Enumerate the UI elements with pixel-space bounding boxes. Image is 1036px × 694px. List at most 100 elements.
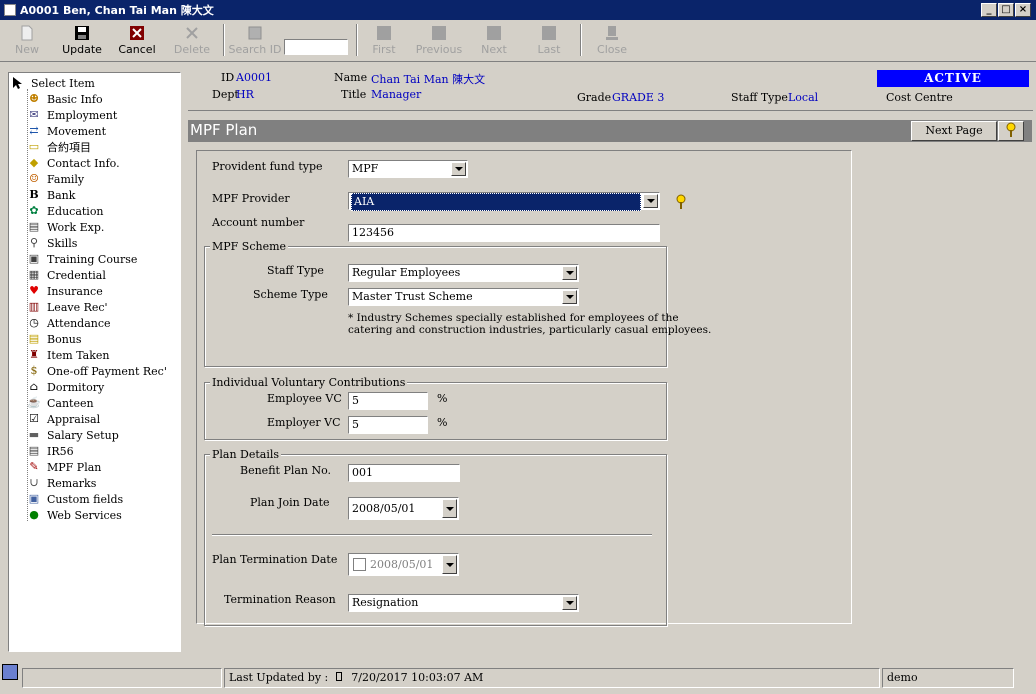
tag-icon: ◆ (29, 156, 39, 169)
tree-item-label: One-off Payment Rec' (47, 364, 167, 378)
next-button[interactable]: Next (467, 22, 521, 60)
chevron-down-icon[interactable] (451, 162, 466, 176)
id-value: A0001 (236, 71, 272, 84)
provident-fund-type-select[interactable]: MPF (348, 160, 468, 178)
tree-item[interactable]: ✿ Education (27, 203, 103, 219)
globe-icon: ● (29, 508, 39, 521)
ivc-group-label: Individual Voluntary Contributions (210, 376, 408, 389)
tree-item[interactable]: ☺ Family (27, 171, 84, 187)
employer-vc-input[interactable]: 5 (348, 416, 428, 434)
chevron-down-icon[interactable] (442, 499, 457, 518)
termination-reason-label: Termination Reason (224, 593, 336, 606)
staff-type-label: Staff Type (731, 91, 788, 104)
tree-item[interactable]: ▤ Bonus (27, 331, 82, 347)
maximize-button[interactable]: □ (998, 3, 1014, 17)
help-button[interactable] (998, 121, 1024, 141)
minimize-button[interactable]: _ (981, 3, 997, 17)
tree-item[interactable]: ● Web Services (27, 507, 122, 523)
tree-item[interactable]: ⚲ Skills (27, 235, 77, 251)
search-id-button[interactable]: Search ID (228, 22, 282, 60)
bonus-icon: ▤ (28, 332, 40, 345)
tree-item[interactable]: ☕ Canteen (27, 395, 94, 411)
tree-item-label: Canteen (47, 396, 94, 410)
tree-item[interactable]: $ One-off Payment Rec' (27, 363, 167, 379)
tree-item-label: Appraisal (47, 412, 101, 426)
termination-reason-select[interactable]: Resignation (348, 594, 579, 612)
user-marker-icon (335, 672, 342, 681)
chevron-down-icon[interactable] (562, 596, 577, 610)
new-button[interactable]: New (0, 22, 54, 60)
employee-vc-input[interactable]: 5 (348, 392, 428, 410)
tree-item[interactable]: ☻ Basic Info (27, 91, 103, 107)
scheme-type-select[interactable]: Master Trust Scheme (348, 288, 579, 306)
calendar-icon: ▥ (28, 300, 40, 313)
mpf-provider-select[interactable]: AIA (348, 192, 660, 211)
update-button[interactable]: Update (55, 22, 109, 60)
next-icon (487, 26, 501, 40)
tree-item[interactable]: ⌂ Dormitory (27, 379, 104, 395)
tree-item[interactable]: ▣ Training Course (27, 251, 138, 267)
tree-item[interactable]: ∪ Remarks (27, 475, 96, 491)
next-label: Next (481, 43, 507, 56)
tree-item[interactable]: ▬ Salary Setup (27, 427, 119, 443)
cancel-button[interactable]: Cancel (110, 22, 164, 60)
tree-item-label: Basic Info (47, 92, 103, 106)
tree-item[interactable]: B Bank (27, 187, 75, 203)
tree-item[interactable]: ▦ Credential (27, 267, 106, 283)
tree-item-label: Custom fields (47, 492, 124, 506)
tree-item[interactable]: ▤ IR56 (27, 443, 74, 459)
tree-item-label: Remarks (47, 476, 97, 490)
cancel-label: Cancel (118, 43, 156, 56)
dollar-icon: $ (30, 364, 38, 377)
account-number-input[interactable]: 123456 (348, 224, 660, 242)
first-button[interactable]: First (357, 22, 411, 60)
tree-item-label: Bonus (47, 332, 82, 346)
tree-item-label: Leave Rec' (47, 300, 108, 314)
tree-item-label: Dormitory (47, 380, 105, 394)
close-window-button[interactable]: × (1015, 3, 1031, 17)
tree-item[interactable]: ◷ Attendance (27, 315, 110, 331)
close-button[interactable]: Close (585, 22, 639, 60)
chevron-down-icon[interactable] (643, 194, 658, 208)
scheme-type-label: Scheme Type (253, 288, 328, 301)
tree-item[interactable]: ▤ Work Exp. (27, 219, 105, 235)
tree-item[interactable]: ♜ Item Taken (27, 347, 109, 363)
title-bar: A0001 Ben, Chan Tai Man 陳大文 (0, 0, 1036, 20)
tree-root[interactable]: Select Item (11, 75, 95, 91)
tree-item[interactable]: ⇄ Movement (27, 123, 106, 139)
tree-item[interactable]: ♥ Insurance (27, 283, 103, 299)
window-title: A0001 Ben, Chan Tai Man 陳大文 (20, 4, 214, 17)
scheme-staff-type-label: Staff Type (267, 264, 324, 277)
delete-button[interactable]: Delete (165, 22, 219, 60)
previous-button[interactable]: Previous (412, 22, 466, 60)
plan-details-group-label: Plan Details (210, 448, 282, 461)
plan-termination-date-picker[interactable]: 2008/05/01 (348, 553, 459, 576)
chevron-down-icon[interactable] (562, 290, 577, 304)
dept-value: HR (236, 88, 254, 101)
tree-item[interactable]: ✉ Employment (27, 107, 117, 123)
grade-value: GRADE 3 (612, 91, 665, 104)
search-id-input[interactable] (284, 39, 348, 55)
provider-key-icon[interactable] (675, 194, 687, 210)
last-button[interactable]: Last (522, 22, 576, 60)
provident-fund-type-value: MPF (352, 162, 379, 175)
scheme-staff-type-select[interactable]: Regular Employees (348, 264, 579, 282)
tree-item[interactable]: ▣ Custom fields (27, 491, 123, 507)
termination-checkbox[interactable] (353, 558, 366, 571)
scheme-type-value: Master Trust Scheme (352, 290, 473, 303)
plan-join-date-picker[interactable]: 2008/05/01 (348, 497, 459, 520)
scheme-note-line1: * Industry Schemes specially established… (348, 312, 679, 324)
next-page-button[interactable]: Next Page (911, 121, 997, 141)
mpf-scheme-group-label: MPF Scheme (210, 240, 289, 253)
chevron-down-icon[interactable] (442, 555, 457, 574)
tree-item[interactable]: ✎ MPF Plan (27, 459, 101, 475)
benefit-plan-input[interactable]: 001 (348, 464, 460, 482)
tree-item[interactable]: ▭ 合約項目 (27, 139, 91, 155)
tree-item[interactable]: ◆ Contact Info. (27, 155, 120, 171)
mpf-provider-label: MPF Provider (212, 192, 290, 205)
tree-item[interactable]: ☑ Appraisal (27, 411, 100, 427)
tree-item[interactable]: ▥ Leave Rec' (27, 299, 108, 315)
house-icon: ⌂ (29, 380, 39, 393)
chevron-down-icon[interactable] (562, 266, 577, 280)
section-title: MPF Plan (190, 121, 258, 139)
